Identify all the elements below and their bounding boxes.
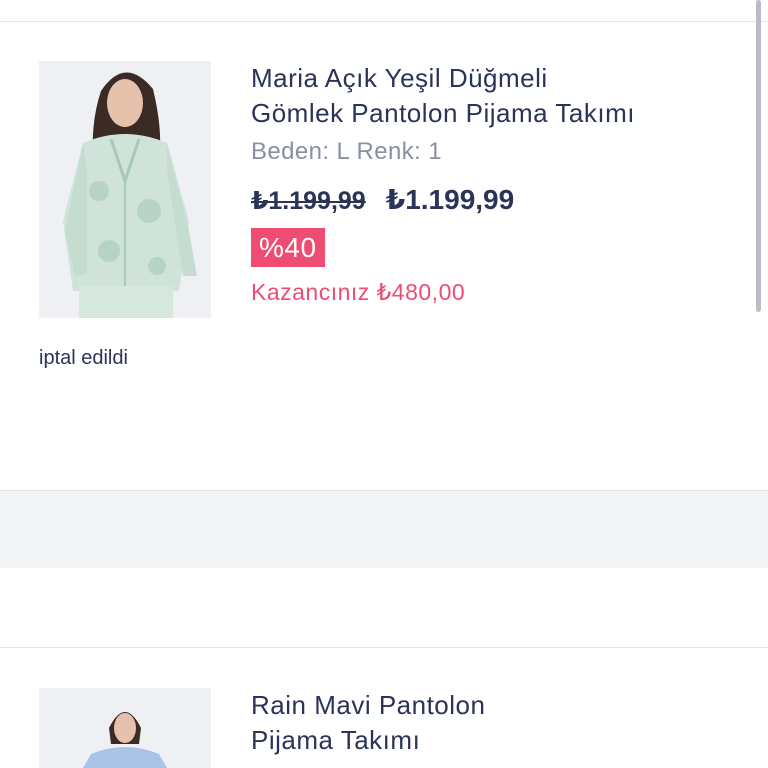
section-separator [0, 491, 768, 568]
product-title[interactable]: Maria Açık Yeşil Düğmeli Gömlek Pantolon… [251, 61, 731, 131]
product-image[interactable] [39, 61, 211, 318]
product-title-line1: Rain Mavi Pantolon [251, 690, 486, 720]
product-photo-green-pajama-icon [39, 61, 211, 318]
order-status: iptal edildi [39, 347, 128, 369]
old-price: ₺1.199,99 [251, 187, 366, 215]
discount-badge: %40 [251, 228, 325, 267]
product-attributes: Beden: L Renk: 1 [251, 138, 442, 165]
product-info: Maria Açık Yeşil Düğmeli Gömlek Pantolon… [251, 61, 731, 306]
product-title-line2: Gömlek Pantolon Pijama Takımı [251, 98, 635, 128]
product-info: Rain Mavi Pantolon Pijama Takımı [251, 688, 731, 758]
product-image[interactable] [39, 688, 211, 768]
saving-text: Kazancınız ₺480,00 [251, 279, 466, 305]
top-divider [0, 21, 768, 22]
price-row: ₺1.199,99 ₺1.199,99 [251, 183, 731, 216]
product-photo-blue-pajama-icon [39, 688, 211, 768]
current-price: ₺1.199,99 [385, 184, 515, 215]
product-title-line1: Maria Açık Yeşil Düğmeli [251, 63, 548, 93]
card-divider [0, 647, 768, 648]
scrollbar[interactable] [756, 0, 761, 312]
product-title[interactable]: Rain Mavi Pantolon Pijama Takımı [251, 688, 731, 758]
product-title-line2: Pijama Takımı [251, 725, 421, 755]
